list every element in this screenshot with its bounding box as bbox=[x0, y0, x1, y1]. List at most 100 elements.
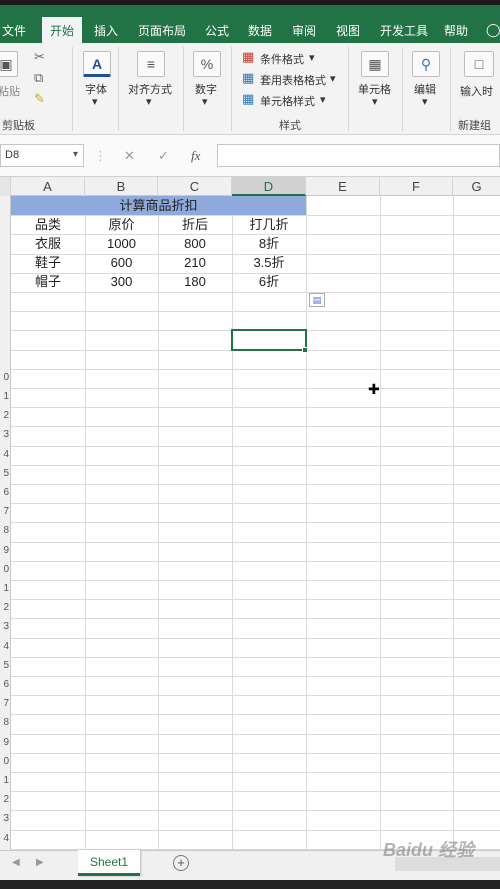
row-number[interactable]: 1 bbox=[0, 583, 11, 594]
conditional-format-icon[interactable]: ▦ bbox=[242, 49, 254, 65]
row-number[interactable]: 1 bbox=[0, 775, 11, 786]
name-box[interactable]: D8 ▾ bbox=[0, 144, 84, 167]
data-cell[interactable]: 1000 bbox=[85, 234, 158, 253]
row-number[interactable]: 3 bbox=[0, 429, 11, 440]
column-header[interactable]: E bbox=[306, 177, 380, 196]
row-number[interactable]: 5 bbox=[0, 660, 11, 671]
copy-icon[interactable]: ⧉ bbox=[34, 70, 43, 86]
header-cell[interactable]: 打几折 bbox=[232, 215, 306, 234]
data-cell[interactable]: 8折 bbox=[232, 234, 306, 253]
column-header[interactable]: G bbox=[453, 177, 500, 196]
row-number[interactable]: 3 bbox=[0, 813, 11, 824]
active-cell-selection[interactable] bbox=[231, 329, 307, 351]
worksheet-grid[interactable]: 0 1 2 3 4 5 6 7 8 9 0 1 2 3 4 5 6 7 8 9 0 1 2 3 4 计算商品折扣 品类 原价 折… bbox=[0, 196, 500, 850]
chevron-down-icon[interactable]: ▾ bbox=[309, 51, 315, 64]
select-all-corner[interactable] bbox=[0, 177, 11, 196]
confirm-icon[interactable]: ✓ bbox=[158, 148, 169, 164]
data-cell[interactable]: 6折 bbox=[232, 272, 306, 291]
row-number[interactable]: 0 bbox=[0, 372, 11, 383]
row-number[interactable]: 1 bbox=[0, 391, 11, 402]
paste-button-label[interactable]: 粘贴 bbox=[0, 83, 20, 99]
align-icon[interactable]: ≡ bbox=[137, 51, 165, 77]
scroll-left-icon[interactable]: ◀ bbox=[12, 857, 20, 868]
data-cell[interactable]: 600 bbox=[85, 253, 158, 272]
tab-data[interactable]: 数据 bbox=[248, 22, 272, 39]
table-format-icon[interactable]: ▦ bbox=[242, 70, 254, 86]
input-button-label[interactable]: 输入时 bbox=[460, 83, 493, 99]
row-number[interactable]: 3 bbox=[0, 621, 11, 632]
data-cell[interactable]: 3.5折 bbox=[232, 253, 306, 272]
cut-icon[interactable]: ✂ bbox=[34, 49, 45, 65]
row-number[interactable]: 2 bbox=[0, 410, 11, 421]
row-number[interactable]: 5 bbox=[0, 468, 11, 479]
tab-file[interactable]: 文件 bbox=[2, 22, 26, 39]
row-number[interactable]: 4 bbox=[0, 833, 11, 844]
row-number[interactable]: 7 bbox=[0, 698, 11, 709]
font-icon[interactable]: A bbox=[83, 51, 111, 77]
chevron-down-icon[interactable]: ▾ bbox=[422, 95, 428, 108]
tab-view[interactable]: 视图 bbox=[336, 22, 360, 39]
tab-formulas[interactable]: 公式 bbox=[205, 22, 229, 39]
header-cell[interactable]: 原价 bbox=[85, 215, 158, 234]
row-number[interactable]: 6 bbox=[0, 487, 11, 498]
column-header[interactable]: B bbox=[85, 177, 158, 196]
chevron-down-icon[interactable]: ▾ bbox=[330, 72, 336, 85]
percent-icon[interactable]: % bbox=[193, 51, 221, 77]
column-header-selected[interactable]: D bbox=[232, 177, 306, 196]
row-number[interactable]: 4 bbox=[0, 449, 11, 460]
row-number[interactable]: 7 bbox=[0, 506, 11, 517]
cancel-icon[interactable]: ✕ bbox=[124, 148, 135, 164]
paste-icon[interactable]: ▣ bbox=[0, 51, 18, 77]
search-icon[interactable]: ⚲ bbox=[412, 51, 440, 77]
tab-insert[interactable]: 插入 bbox=[94, 22, 118, 39]
lightbulb-icon[interactable]: ◯ bbox=[486, 22, 500, 38]
add-sheet-icon[interactable]: + bbox=[173, 855, 189, 871]
data-cell[interactable]: 帽子 bbox=[11, 272, 85, 291]
row-number[interactable]: 0 bbox=[0, 756, 11, 767]
title-cell[interactable]: 计算商品折扣 bbox=[11, 196, 306, 215]
row-number[interactable]: 9 bbox=[0, 737, 11, 748]
paste-options-icon[interactable]: ▤ bbox=[309, 293, 325, 307]
chevron-down-icon[interactable]: ▾ bbox=[202, 95, 208, 108]
row-number[interactable]: 2 bbox=[0, 602, 11, 613]
data-cell[interactable]: 210 bbox=[158, 253, 232, 272]
column-header[interactable]: A bbox=[11, 177, 85, 196]
row-number[interactable]: 8 bbox=[0, 525, 11, 536]
fill-handle[interactable] bbox=[302, 347, 308, 353]
row-number[interactable]: 0 bbox=[0, 564, 11, 575]
column-header[interactable]: F bbox=[380, 177, 453, 196]
tab-help[interactable]: 帮助 bbox=[444, 22, 468, 39]
table-format-button[interactable]: 套用表格格式 bbox=[260, 72, 326, 88]
tab-developer[interactable]: 开发工具 bbox=[380, 22, 428, 39]
sheet-tab[interactable]: Sheet1 bbox=[78, 850, 140, 876]
row-number[interactable]: 8 bbox=[0, 717, 11, 728]
chevron-down-icon[interactable]: ▾ bbox=[320, 93, 326, 106]
tab-review[interactable]: 审阅 bbox=[292, 22, 316, 39]
tab-page-layout[interactable]: 页面布局 bbox=[138, 22, 186, 39]
tab-home[interactable]: 开始 bbox=[42, 17, 83, 43]
input-icon[interactable]: □ bbox=[464, 51, 494, 77]
data-cell[interactable]: 衣服 bbox=[11, 234, 85, 253]
row-number[interactable]: 9 bbox=[0, 545, 11, 556]
row-number[interactable]: 2 bbox=[0, 794, 11, 805]
chevron-down-icon[interactable]: ▾ bbox=[73, 149, 78, 160]
data-cell[interactable]: 180 bbox=[158, 272, 232, 291]
scroll-right-icon[interactable]: ▶ bbox=[36, 857, 44, 868]
conditional-format-button[interactable]: 条件格式 bbox=[260, 51, 304, 67]
chevron-down-icon[interactable]: ▾ bbox=[372, 95, 378, 108]
column-header[interactable]: C bbox=[158, 177, 232, 196]
data-cell[interactable]: 300 bbox=[85, 272, 158, 291]
cells-icon[interactable]: ▦ bbox=[361, 51, 389, 77]
insert-function-icon[interactable]: fx bbox=[191, 148, 200, 164]
data-cell[interactable]: 800 bbox=[158, 234, 232, 253]
cell-style-button[interactable]: 单元格样式 bbox=[260, 93, 315, 109]
cell-style-icon[interactable]: ▦ bbox=[242, 91, 254, 107]
formula-input[interactable] bbox=[217, 144, 500, 167]
header-cell[interactable]: 折后 bbox=[158, 215, 232, 234]
chevron-down-icon[interactable]: ▾ bbox=[146, 95, 152, 108]
format-painter-icon[interactable]: ✎ bbox=[34, 91, 45, 107]
data-cell[interactable]: 鞋子 bbox=[11, 253, 85, 272]
chevron-down-icon[interactable]: ▾ bbox=[92, 95, 98, 108]
row-number[interactable]: 4 bbox=[0, 641, 11, 652]
row-number[interactable]: 6 bbox=[0, 679, 11, 690]
